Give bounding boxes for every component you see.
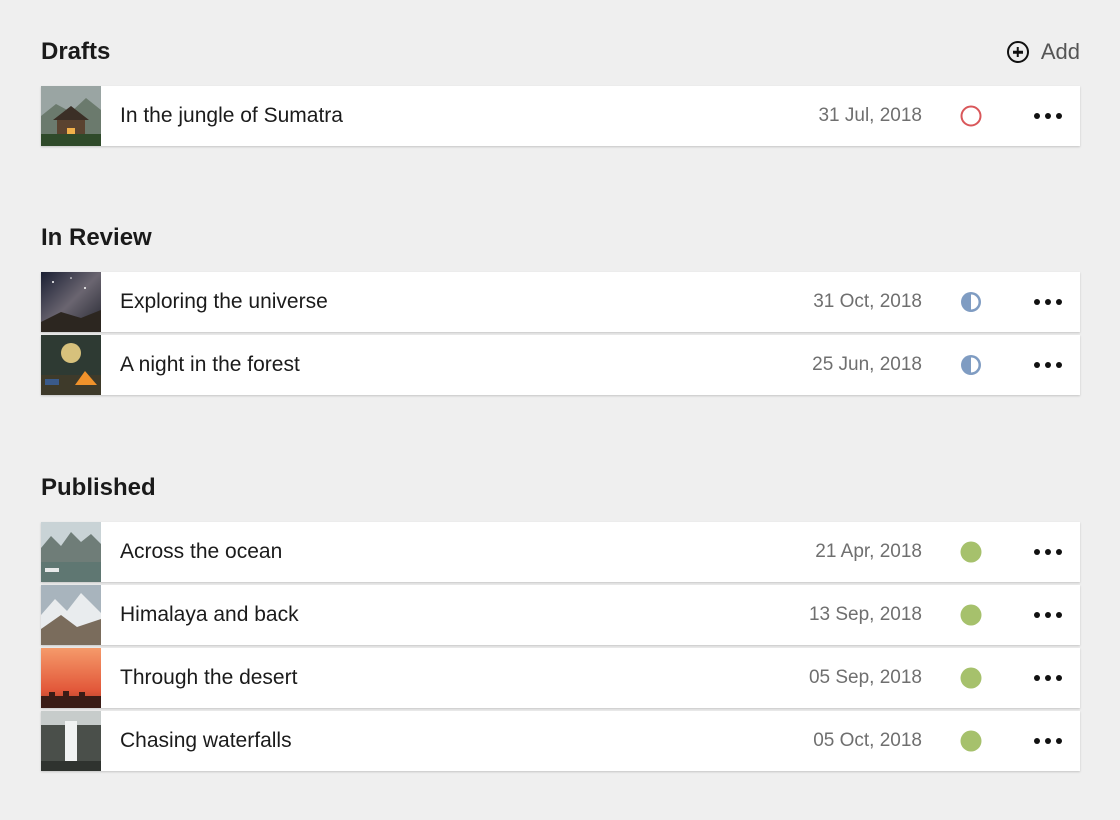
section-published: Published Across the ocean 21 Apr, 2018	[41, 470, 1080, 774]
article-title: Exploring the universe	[120, 290, 328, 313]
article-title: In the jungle of Sumatra	[120, 104, 343, 127]
list-item[interactable]: Through the desert 05 Sep, 2018	[41, 648, 1080, 708]
section-header: In Review	[41, 220, 1080, 256]
article-date: 05 Oct, 2018	[813, 730, 922, 751]
section-drafts: Drafts Add In the jungle of Sumatra 31 J…	[41, 34, 1080, 149]
status-published-icon	[960, 541, 982, 563]
thumbnail-image	[41, 711, 101, 771]
status-published-icon	[960, 730, 982, 752]
article-date: 25 Jun, 2018	[812, 354, 922, 375]
section-in-review: In Review Exploring the universe 31 Oct,…	[41, 220, 1080, 398]
thumbnail-image	[41, 335, 101, 395]
status-in-review-icon	[960, 354, 982, 376]
more-options-icon[interactable]	[1034, 362, 1062, 368]
thumbnail-image	[41, 648, 101, 708]
section-header: Published	[41, 470, 1080, 506]
list-item[interactable]: In the jungle of Sumatra 31 Jul, 2018	[41, 86, 1080, 146]
list-item[interactable]: A night in the forest 25 Jun, 2018	[41, 335, 1080, 395]
thumbnail-image	[41, 585, 101, 645]
more-options-icon[interactable]	[1034, 113, 1062, 119]
section-title: Drafts	[41, 38, 111, 65]
add-button[interactable]: Add	[1006, 39, 1080, 65]
article-date: 05 Sep, 2018	[808, 667, 922, 688]
more-options-icon[interactable]	[1034, 675, 1062, 681]
status-draft-icon	[960, 105, 982, 127]
thumbnail-image	[41, 272, 101, 332]
article-title: Across the ocean	[120, 540, 283, 563]
list-item[interactable]: Chasing waterfalls 05 Oct, 2018	[41, 711, 1080, 771]
section-header: Drafts Add	[41, 34, 1080, 70]
add-circle-icon	[1006, 41, 1029, 63]
article-title: Himalaya and back	[120, 603, 299, 626]
section-title: In Review	[41, 224, 152, 251]
status-published-icon	[960, 604, 982, 626]
status-in-review-icon	[960, 291, 982, 313]
section-title: Published	[41, 474, 156, 501]
more-options-icon[interactable]	[1034, 299, 1062, 305]
articles-board: Drafts Add In the jungle of Sumatra 31 J…	[0, 0, 1120, 820]
article-date: 13 Sep, 2018	[808, 604, 922, 625]
article-date: 21 Apr, 2018	[815, 541, 922, 562]
list-item[interactable]: Himalaya and back 13 Sep, 2018	[41, 585, 1080, 645]
more-options-icon[interactable]	[1034, 549, 1062, 555]
article-date: 31 Jul, 2018	[818, 105, 922, 126]
article-date: 31 Oct, 2018	[813, 291, 922, 312]
article-title: Through the desert	[120, 666, 298, 689]
thumbnail-image	[41, 86, 101, 146]
list-item[interactable]: Exploring the universe 31 Oct, 2018	[41, 272, 1080, 332]
status-published-icon	[960, 667, 982, 689]
article-title: A night in the forest	[120, 353, 300, 376]
more-options-icon[interactable]	[1034, 612, 1062, 618]
more-options-icon[interactable]	[1034, 738, 1062, 744]
thumbnail-image	[41, 522, 101, 582]
article-title: Chasing waterfalls	[120, 729, 292, 752]
list-item[interactable]: Across the ocean 21 Apr, 2018	[41, 522, 1080, 582]
add-label: Add	[1040, 39, 1080, 64]
